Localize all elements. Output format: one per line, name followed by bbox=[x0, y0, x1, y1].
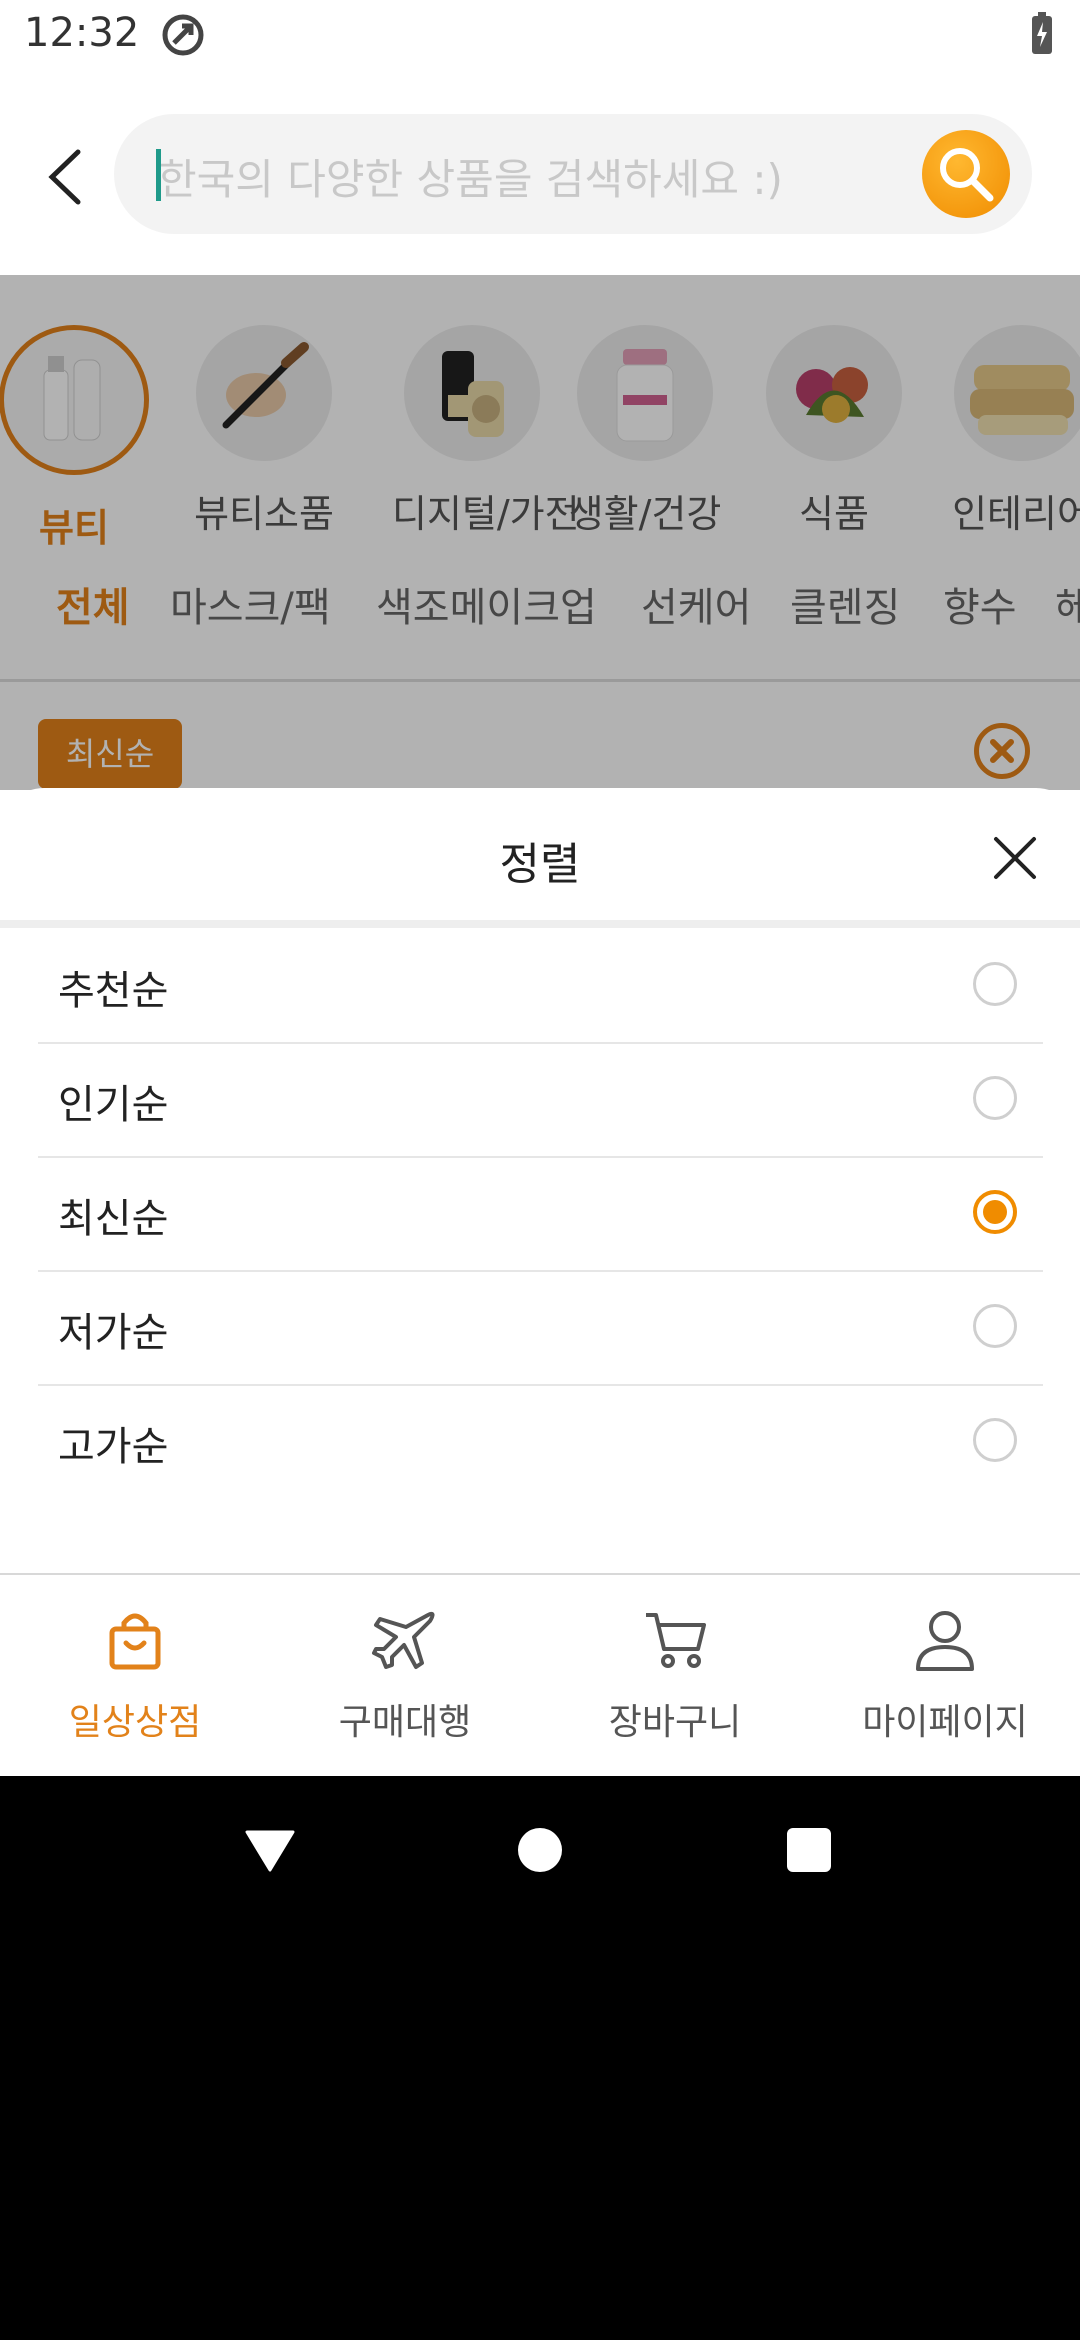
sort-option-newest[interactable]: 최신순 bbox=[38, 1156, 1043, 1272]
search-icon bbox=[940, 148, 994, 202]
sheet-title: 정렬 bbox=[499, 839, 581, 890]
sort-option-label: 최신순 bbox=[58, 1196, 169, 1242]
shopping-bag-icon bbox=[109, 1613, 161, 1670]
search-input[interactable]: 한국의 다양한 상품을 검색하세요 :) bbox=[114, 114, 1032, 234]
close-icon[interactable] bbox=[990, 833, 1040, 883]
radio-button[interactable] bbox=[973, 962, 1017, 1006]
system-home-icon[interactable] bbox=[518, 1828, 562, 1872]
battery-charging-icon bbox=[1032, 12, 1052, 54]
sort-option-label: 고가순 bbox=[58, 1424, 169, 1470]
text-cursor bbox=[156, 149, 161, 201]
nav-label: 일상상점 bbox=[68, 1702, 202, 1743]
radio-button[interactable] bbox=[973, 1304, 1017, 1348]
nav-label: 마이페이지 bbox=[862, 1702, 1028, 1743]
nav-label: 장바구니 bbox=[608, 1702, 742, 1743]
divider bbox=[0, 920, 1080, 928]
sort-option-high-price[interactable]: 고가순 bbox=[38, 1384, 1043, 1498]
bottom-nav: 일상상점 구매대행 장바구니 마이페이지 bbox=[0, 1573, 1080, 1778]
system-back-icon[interactable] bbox=[245, 1828, 295, 1874]
airplane-icon bbox=[372, 1611, 435, 1669]
sort-option-label: 추천순 bbox=[58, 968, 169, 1014]
cart-icon bbox=[646, 1613, 706, 1668]
sort-option-low-price[interactable]: 저가순 bbox=[38, 1270, 1043, 1386]
nav-my-page[interactable]: 마이페이지 bbox=[810, 1605, 1080, 1745]
search-placeholder: 한국의 다양한 상품을 검색하세요 :) bbox=[158, 155, 783, 204]
sync-icon bbox=[162, 14, 204, 56]
back-arrow-icon[interactable] bbox=[40, 137, 90, 217]
radio-button-selected[interactable] bbox=[973, 1190, 1017, 1234]
sort-option-popular[interactable]: 인기순 bbox=[38, 1042, 1043, 1158]
search-button[interactable] bbox=[922, 130, 1010, 218]
search-header: 한국의 다양한 상품을 검색하세요 :) bbox=[0, 72, 1080, 275]
sort-bottom-sheet: 정렬 추천순 인기순 최신순 저가순 고가순 bbox=[0, 788, 1080, 1573]
status-bar: 12:32 bbox=[0, 0, 1080, 72]
sort-option-recommended[interactable]: 추천순 bbox=[38, 928, 1043, 1044]
radio-button[interactable] bbox=[973, 1076, 1017, 1120]
modal-backdrop[interactable] bbox=[0, 275, 1080, 790]
system-recents-icon[interactable] bbox=[787, 1828, 831, 1872]
nav-cart[interactable]: 장바구니 bbox=[540, 1605, 810, 1745]
nav-purchase-agent[interactable]: 구매대행 bbox=[270, 1605, 540, 1745]
nav-daily-shop[interactable]: 일상상점 bbox=[0, 1605, 270, 1745]
person-icon bbox=[916, 1611, 974, 1671]
status-time: 12:32 bbox=[24, 10, 140, 56]
system-nav-bar bbox=[0, 1776, 1080, 2340]
nav-label: 구매대행 bbox=[338, 1702, 472, 1743]
radio-button[interactable] bbox=[973, 1418, 1017, 1462]
sort-option-label: 저가순 bbox=[58, 1310, 169, 1356]
sort-option-label: 인기순 bbox=[58, 1082, 169, 1128]
